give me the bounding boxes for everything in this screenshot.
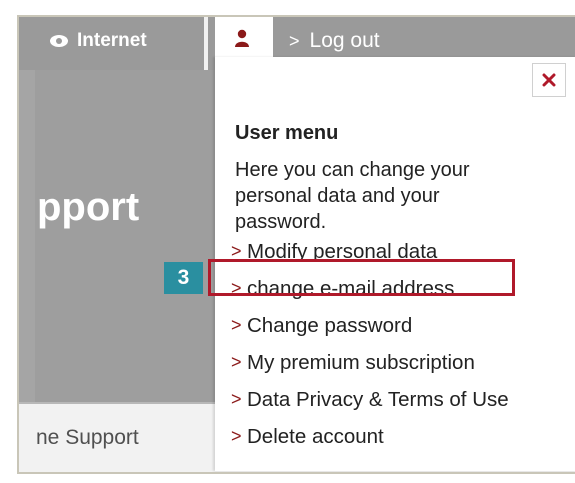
close-button[interactable] — [532, 63, 566, 97]
page-background — [19, 70, 35, 402]
menu-item-modify-personal-data[interactable]: > Modify personal data — [231, 233, 571, 270]
eye-icon — [50, 35, 68, 47]
menu-item-label: change e-mail address — [247, 276, 455, 300]
menu-description: Here you can change your personal data a… — [235, 159, 470, 233]
chevron-right-icon: > — [231, 241, 242, 261]
step-badge: 3 — [164, 262, 203, 294]
footer-text: ne Support — [36, 426, 139, 449]
menu-list: > Modify personal data > change e-mail a… — [231, 233, 571, 455]
chevron-right-icon: > — [289, 30, 300, 51]
nav-divider — [204, 17, 208, 70]
menu-item-data-privacy[interactable]: > Data Privacy & Terms of Use — [231, 381, 571, 418]
menu-item-change-password[interactable]: > Change password — [231, 307, 571, 344]
menu-item-label: Data Privacy & Terms of Use — [247, 387, 509, 411]
logout-label: Log out — [309, 29, 380, 52]
nav-internet-label: Internet — [77, 30, 147, 51]
chevron-right-icon: > — [231, 352, 242, 372]
menu-item-label: Modify personal data — [247, 239, 438, 263]
chevron-right-icon: > — [231, 426, 242, 446]
menu-item-label: My premium subscription — [247, 350, 475, 374]
hero-title: pport — [37, 185, 140, 229]
user-menu-dropdown: User menu Here you can change your perso… — [215, 57, 575, 471]
chevron-right-icon: > — [231, 315, 242, 335]
nav-internet[interactable]: Internet — [49, 27, 147, 55]
logout-link[interactable]: > Log out — [289, 27, 380, 55]
chevron-right-icon: > — [231, 278, 242, 298]
user-icon — [235, 29, 249, 47]
menu-title: User menu — [235, 122, 339, 144]
menu-item-label: Change password — [247, 313, 413, 337]
menu-item-delete-account[interactable]: > Delete account — [231, 418, 571, 455]
close-icon — [542, 73, 556, 87]
menu-item-label: Delete account — [247, 424, 384, 448]
menu-item-premium-subscription[interactable]: > My premium subscription — [231, 344, 571, 381]
browser-frame: Internet > Log out pport ne Support User… — [17, 15, 575, 474]
chevron-right-icon: > — [231, 389, 242, 409]
menu-item-change-email[interactable]: > change e-mail address — [231, 270, 571, 307]
